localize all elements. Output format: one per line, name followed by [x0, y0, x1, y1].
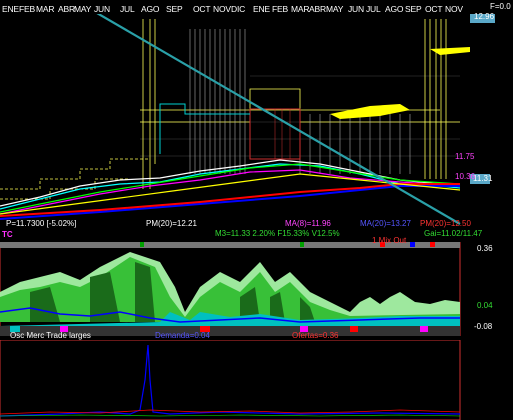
osc-chart	[0, 340, 461, 420]
month-label: ENE	[2, 4, 19, 14]
month-label: JUN	[348, 4, 364, 14]
price-readout: P=11.7300 [-5.02%]	[6, 219, 77, 228]
ma20-readout: MA(20)=13.27	[360, 219, 411, 228]
month-label: ABR	[309, 4, 326, 14]
osc-title: Osc Merc Trade larges	[10, 331, 91, 340]
osc-demand-label: Demanda=0.04	[155, 331, 210, 340]
month-label: JUL	[120, 4, 135, 14]
price-mid-label: 11.75	[455, 152, 475, 161]
tc-mix-label: 1 Mix Out	[372, 236, 407, 245]
tc-scale-bottom: -0.08	[474, 322, 493, 331]
month-label: OCT	[193, 4, 211, 14]
stats-readout: M3=11.33 2.20% F15.33% V12.5%	[215, 229, 340, 238]
tc-scale-mid: 0.04	[477, 301, 493, 310]
pm-readout: PM(20)=12.50	[420, 219, 471, 228]
price-last-label: 11.31	[473, 174, 493, 183]
osc-offer-label: Ofertas=0.36	[292, 331, 339, 340]
month-label: AGO	[385, 4, 404, 14]
month-label: MAY	[326, 4, 344, 14]
month-label: DIC	[231, 4, 246, 14]
month-label: ABR	[58, 4, 75, 14]
month-label: FEB	[272, 4, 288, 14]
month-label: OCT	[425, 4, 443, 14]
month-label: NOV	[213, 4, 231, 14]
month-label: NOV	[445, 4, 463, 14]
price-chart	[0, 14, 495, 232]
month-label: MAR	[291, 4, 310, 14]
month-label: SEP	[166, 4, 183, 14]
tc-label: TC	[2, 230, 13, 239]
gai-readout: Gai=11.02/11.47	[424, 229, 483, 238]
price-top-label: 12.96	[474, 12, 495, 21]
month-label: FEB	[19, 4, 35, 14]
ma8-readout: MA(8)=11.96	[285, 219, 331, 228]
tc-scale-top: 0.36	[477, 244, 493, 253]
month-label: ENE	[253, 4, 270, 14]
price-low-label: 10.36	[455, 172, 476, 181]
f-value-label: F=0.0	[490, 2, 511, 11]
month-label: MAY	[74, 4, 92, 14]
month-label: JUN	[94, 4, 110, 14]
month-label: MAR	[36, 4, 55, 14]
month-label: SEP	[405, 4, 422, 14]
pm20-readout: PM(20)=12.21	[146, 219, 197, 228]
month-label: JUL	[366, 4, 381, 14]
month-label: AGO	[141, 4, 160, 14]
tc-chart	[0, 242, 461, 336]
